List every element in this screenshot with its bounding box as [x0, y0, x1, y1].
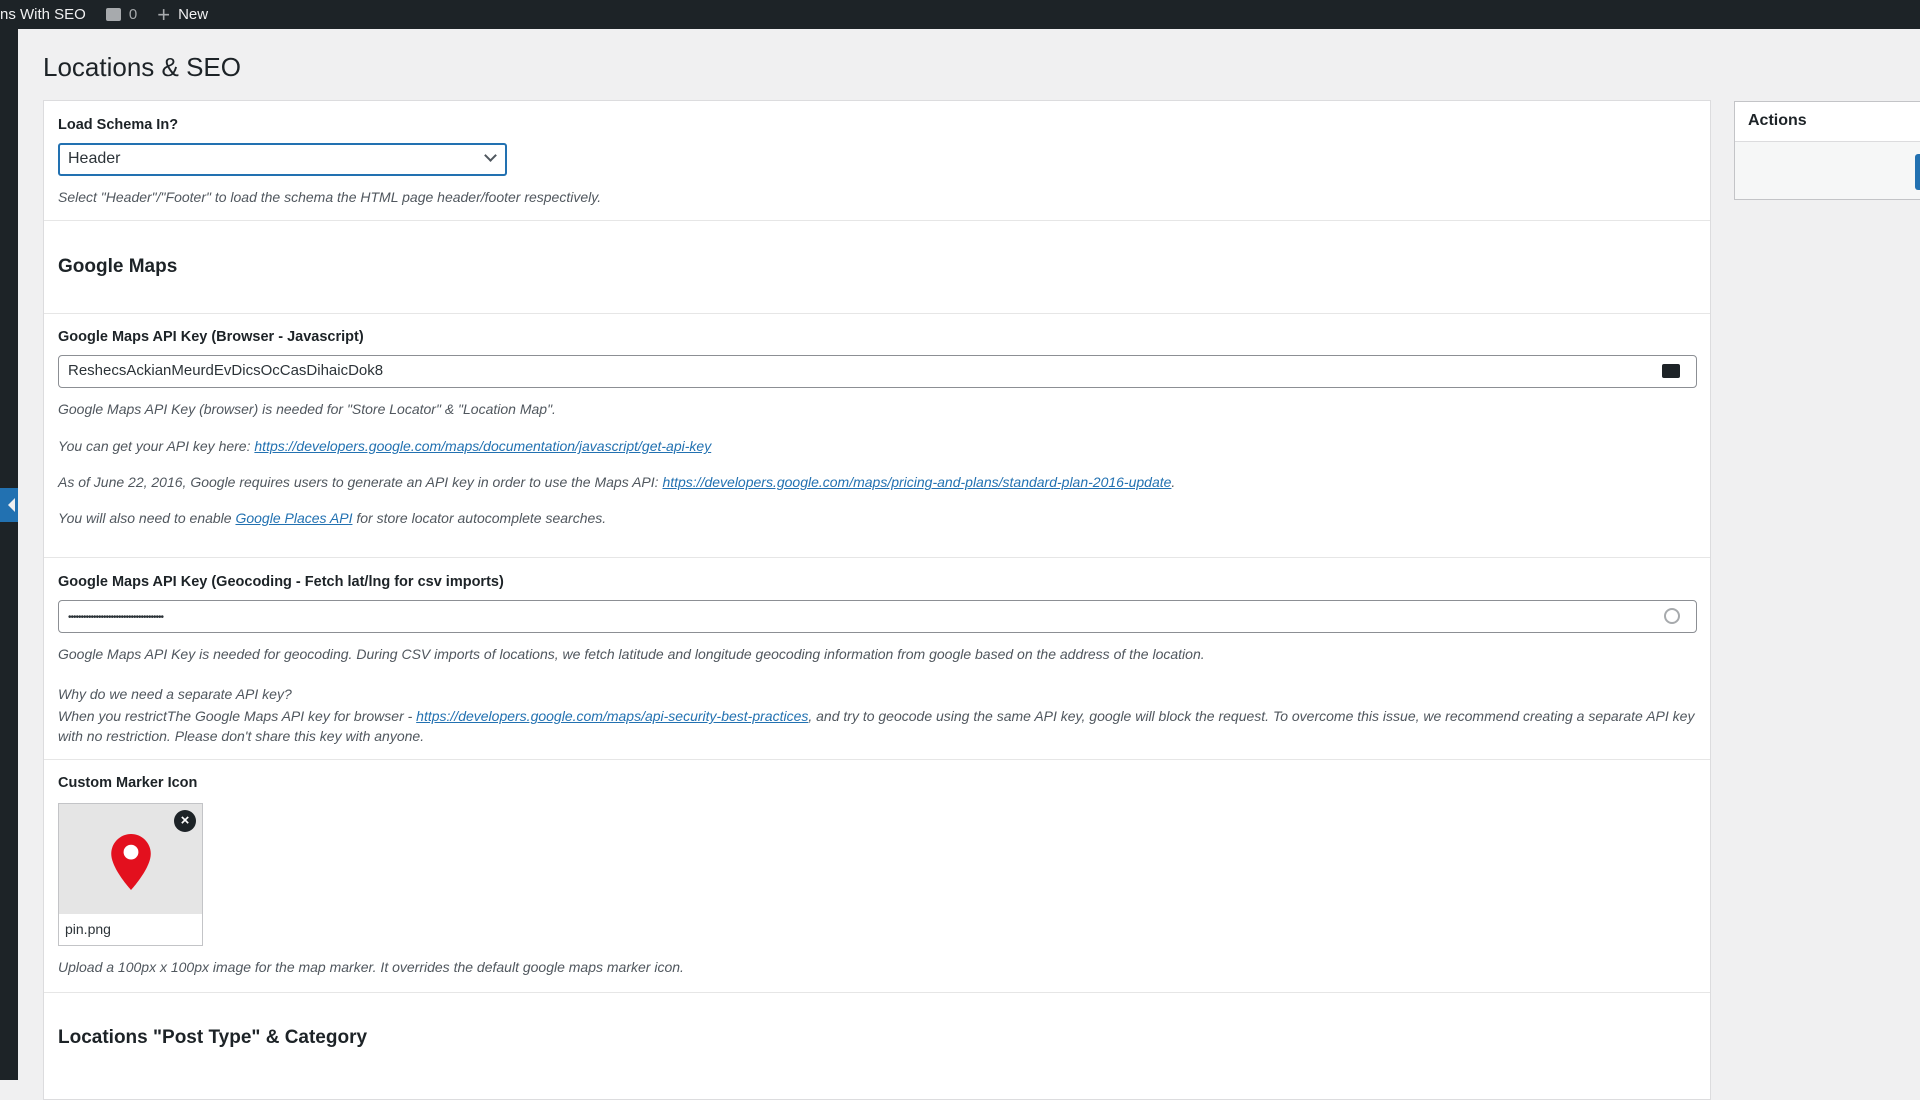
save-button[interactable] — [1915, 154, 1920, 190]
get-api-key-link[interactable]: https://developers.google.com/maps/docum… — [254, 438, 711, 454]
marker-filename: pin.png — [65, 921, 111, 937]
geocoding-key-input[interactable]: •••••••••••••••••••••••••••••••••••••• — [58, 600, 1697, 633]
geocoding-key-hint-1: Google Maps API Key is needed for geocod… — [58, 646, 1205, 662]
comments-count: 0 — [128, 6, 138, 23]
geocoding-key-hint-3: When you restrictThe Google Maps API key… — [58, 708, 1695, 744]
geocoding-key-label: Google Maps API Key (Geocoding - Fetch l… — [58, 574, 504, 590]
browser-key-hint-3: As of June 22, 2016, Google requires use… — [58, 474, 1176, 490]
browser-key-hint-2: You can get your API key here: https://d… — [58, 438, 712, 454]
geocoding-key-hint-2: Why do we need a separate API key? — [58, 686, 292, 702]
schema-select[interactable]: Header — [58, 143, 507, 176]
browser-key-label: Google Maps API Key (Browser - Javascrip… — [58, 329, 364, 345]
marker-hint: Upload a 100px x 100px image for the map… — [58, 959, 684, 975]
page-title: Locations & SEO — [43, 52, 241, 82]
plus-icon: + — [157, 1, 171, 27]
divider — [44, 313, 1710, 314]
lock-reveal-icon[interactable] — [1664, 608, 1680, 624]
marker-image-preview[interactable]: × pin.png — [58, 803, 203, 946]
marker-label: Custom Marker Icon — [58, 775, 198, 791]
divider — [44, 992, 1710, 993]
api-security-link[interactable]: https://developers.google.com/maps/api-s… — [416, 708, 808, 724]
browser-key-hint-1: Google Maps API Key (browser) is needed … — [58, 401, 556, 417]
new-label: New — [178, 6, 209, 23]
schema-select-value: Header — [68, 150, 121, 167]
collapse-menu-arrow-icon[interactable] — [0, 488, 18, 522]
actions-title: Actions — [1735, 102, 1920, 142]
contact-card-icon[interactable] — [1662, 364, 1680, 378]
post-type-heading: Locations "Post Type" & Category — [58, 1027, 368, 1048]
google-places-api-link[interactable]: Google Places API — [235, 510, 352, 526]
browser-key-input[interactable]: ReshecsAckianMeurdEvDicsOcCasDihaicDok8 — [58, 355, 1697, 388]
remove-image-icon[interactable]: × — [174, 810, 196, 832]
google-maps-heading: Google Maps — [58, 256, 178, 277]
schema-label: Load Schema In? — [58, 117, 179, 133]
map-pin-icon — [111, 834, 151, 890]
pricing-plan-link[interactable]: https://developers.google.com/maps/prici… — [662, 474, 1171, 490]
site-name-link[interactable]: ns With SEO — [0, 6, 86, 23]
comment-icon — [105, 8, 121, 21]
comments-link[interactable]: 0 — [105, 6, 138, 23]
admin-sidebar — [0, 29, 18, 1080]
new-content-link[interactable]: + New — [157, 2, 208, 28]
divider — [44, 557, 1710, 558]
admin-bar: ns With SEO 0 + New — [0, 0, 1920, 29]
divider — [44, 220, 1710, 221]
settings-card: Load Schema In? Header Select "Header"/"… — [43, 100, 1711, 1100]
divider — [44, 759, 1710, 760]
browser-key-hint-4: You will also need to enable Google Plac… — [58, 510, 607, 526]
browser-key-value: ReshecsAckianMeurdEvDicsOcCasDihaicDok8 — [68, 362, 384, 379]
chevron-down-icon — [484, 149, 497, 162]
geocoding-key-value: •••••••••••••••••••••••••••••••••••••• — [68, 612, 164, 623]
schema-hint: Select "Header"/"Footer" to load the sch… — [58, 189, 602, 205]
actions-panel: Actions — [1734, 101, 1920, 200]
